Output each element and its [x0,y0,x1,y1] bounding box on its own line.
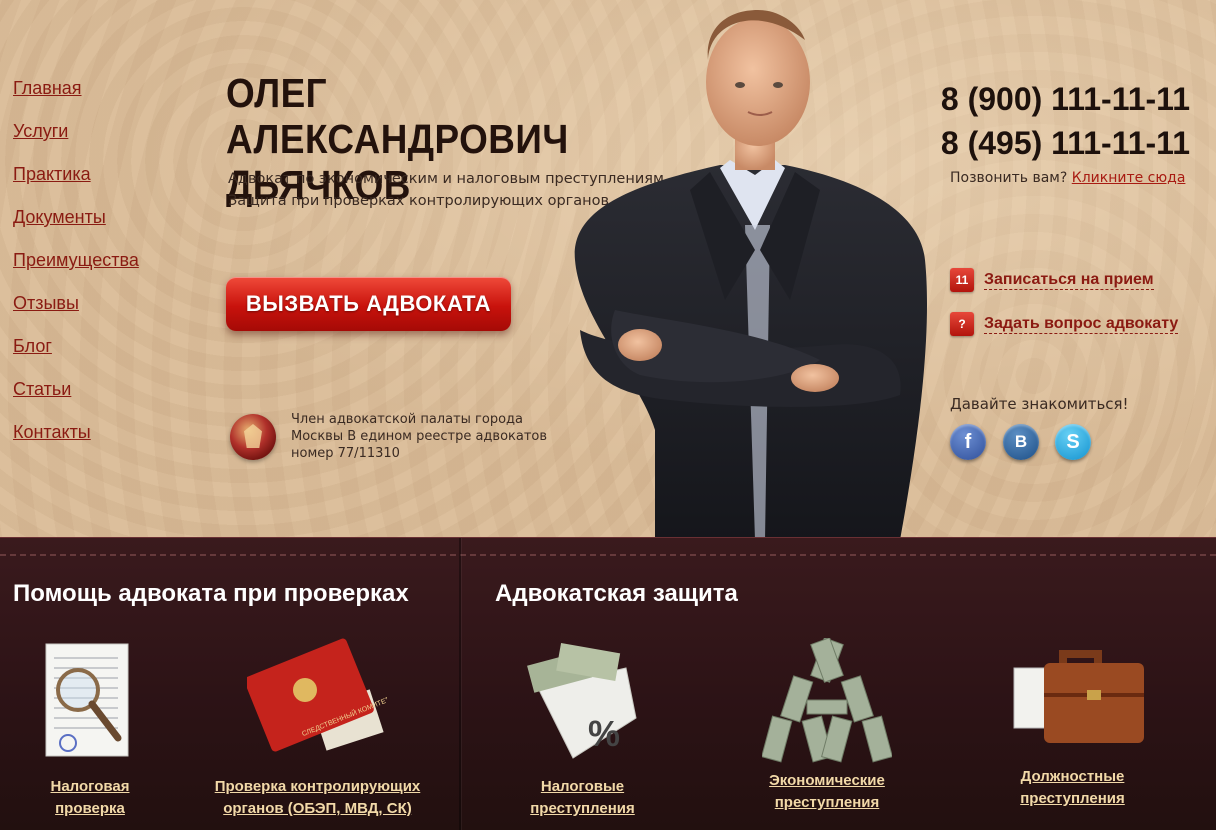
nav-item-services[interactable]: Услуги [13,119,139,162]
hero-section: Главная Услуги Практика Документы Преиму… [0,0,1216,537]
checks-section-title: Помощь адвоката при проверках [13,580,409,607]
stitch-divider [0,554,1216,556]
card-official-crimes-line1: Должностные [1020,768,1125,785]
envelope-money-percent-icon: % [527,643,637,759]
callback-line: Позвонить вам? Кликните сюда [950,170,1185,186]
card-tax-crimes-line1: Налоговые [540,778,625,795]
nav-item-documents[interactable]: Документы [13,205,139,248]
card-tax-crimes-line2: преступления [530,800,635,817]
ask-question-link[interactable]: Задать вопрос адвокату [984,315,1179,334]
card-control-bodies-line1: Проверка контролирующих [214,778,421,795]
bar-membership-text: Член адвокатской палаты города Москвы В … [291,412,548,461]
card-tax-audit-line1: Налоговая [50,778,130,795]
nav-item-articles[interactable]: Статьи [13,377,139,420]
callback-link[interactable]: Кликните сюда [1072,170,1186,186]
card-economic-crimes-line1: Экономические [769,772,885,789]
card-tax-audit-label[interactable]: Налоговая проверка [20,776,160,820]
card-control-bodies-label[interactable]: Проверка контролирующих органов (ОБЭП, М… [205,776,430,820]
calendar-icon: 11 [950,268,974,292]
skype-icon[interactable]: S [1055,424,1091,460]
card-tax-crimes[interactable]: % Налоговые преступления [510,638,655,828]
call-lawyer-button[interactable]: ВЫЗВАТЬ АДВОКАТА [226,277,511,331]
money-house-of-cards-icon [762,638,892,763]
card-economic-crimes-label[interactable]: Экономические преступления [752,770,902,814]
lawyer-photo [574,10,927,537]
social-heading: Давайте знакомиться! [950,395,1129,413]
nav-item-advantages[interactable]: Преимущества [13,248,139,291]
card-tax-audit-line2: проверка [55,800,125,817]
question-icon: ? [950,312,974,336]
nav-item-home[interactable]: Главная [13,76,139,119]
card-control-bodies-line2: органов (ОБЭП, МВД, СК) [223,800,412,817]
appointment-link[interactable]: Записаться на прием [984,271,1154,290]
card-tax-audit[interactable]: Налоговая проверка [20,638,160,828]
investigative-committee-id-icon: СЛЕДСТВЕННЫЙ КОМИТЕТ [247,638,387,752]
bar-association-emblem-icon [230,414,276,460]
briefcase-icon [1013,650,1144,743]
vk-icon[interactable]: B [1003,424,1039,460]
card-official-crimes[interactable]: Должностные преступления [1000,638,1145,828]
phone-landline[interactable]: 8 (495) 111-11-11 [941,121,1190,165]
callback-question: Позвонить вам? [950,170,1068,186]
ask-question-action[interactable]: ? Задать вопрос адвокату [950,311,1179,337]
lawyer-name-line1: ОЛЕГ АЛЕКСАНДРОВИЧ [226,70,569,162]
section-divider [459,538,461,830]
svg-text:%: % [588,713,620,754]
appointment-action[interactable]: 11 Записаться на прием [950,267,1154,293]
subtitle-line2: Защита при проверках контролирующих орга… [228,193,614,209]
card-official-crimes-line2: преступления [1020,790,1125,807]
services-section: Помощь адвоката при проверках Адвокатска… [0,537,1216,830]
card-economic-crimes-line2: преступления [774,794,880,811]
card-official-crimes-label[interactable]: Должностные преступления [1000,766,1145,810]
phone-mobile[interactable]: 8 (900) 111-11-11 [941,77,1190,121]
main-nav: Главная Услуги Практика Документы Преиму… [13,76,139,463]
nav-item-practice[interactable]: Практика [13,162,139,205]
nav-item-contacts[interactable]: Контакты [13,420,139,463]
card-tax-crimes-label[interactable]: Налоговые преступления [510,776,655,820]
phone-numbers: 8 (900) 111-11-11 8 (495) 111-11-11 [941,77,1190,165]
card-economic-crimes[interactable]: Экономические преступления [752,638,902,828]
nav-item-reviews[interactable]: Отзывы [13,291,139,334]
card-control-bodies[interactable]: СЛЕДСТВЕННЫЙ КОМИТЕТ Проверка контролиру… [205,638,430,828]
nav-item-blog[interactable]: Блог [13,334,139,377]
document-magnifier-icon [45,643,129,757]
facebook-icon[interactable]: f [950,424,986,460]
defense-section-title: Адвокатская защита [495,580,738,607]
